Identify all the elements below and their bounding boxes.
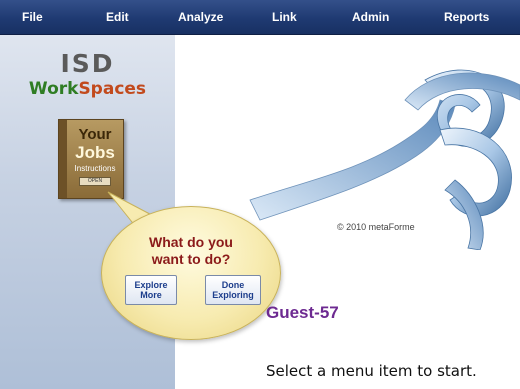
bubble-question-line1: What do you	[149, 234, 233, 250]
bubble-question-line2: want to do?	[151, 251, 231, 267]
done-exploring-button[interactable]: Done Exploring	[205, 275, 261, 305]
start-prompt: Select a menu item to start.	[266, 362, 477, 380]
help-bubble: What do you want to do? Explore More Done…	[101, 206, 281, 340]
explore-label-line1: Explore	[134, 280, 168, 290]
explore-more-label: Explore More	[134, 280, 167, 300]
bubble-tail	[107, 191, 167, 233]
explore-label-line2: More	[140, 290, 162, 300]
done-exploring-label: Done Exploring	[212, 280, 254, 300]
done-label-line1: Done	[221, 280, 245, 290]
explore-more-button[interactable]: Explore More	[125, 275, 177, 305]
user-name: Guest-57	[266, 303, 339, 322]
done-label-line2: Exploring	[212, 290, 254, 300]
